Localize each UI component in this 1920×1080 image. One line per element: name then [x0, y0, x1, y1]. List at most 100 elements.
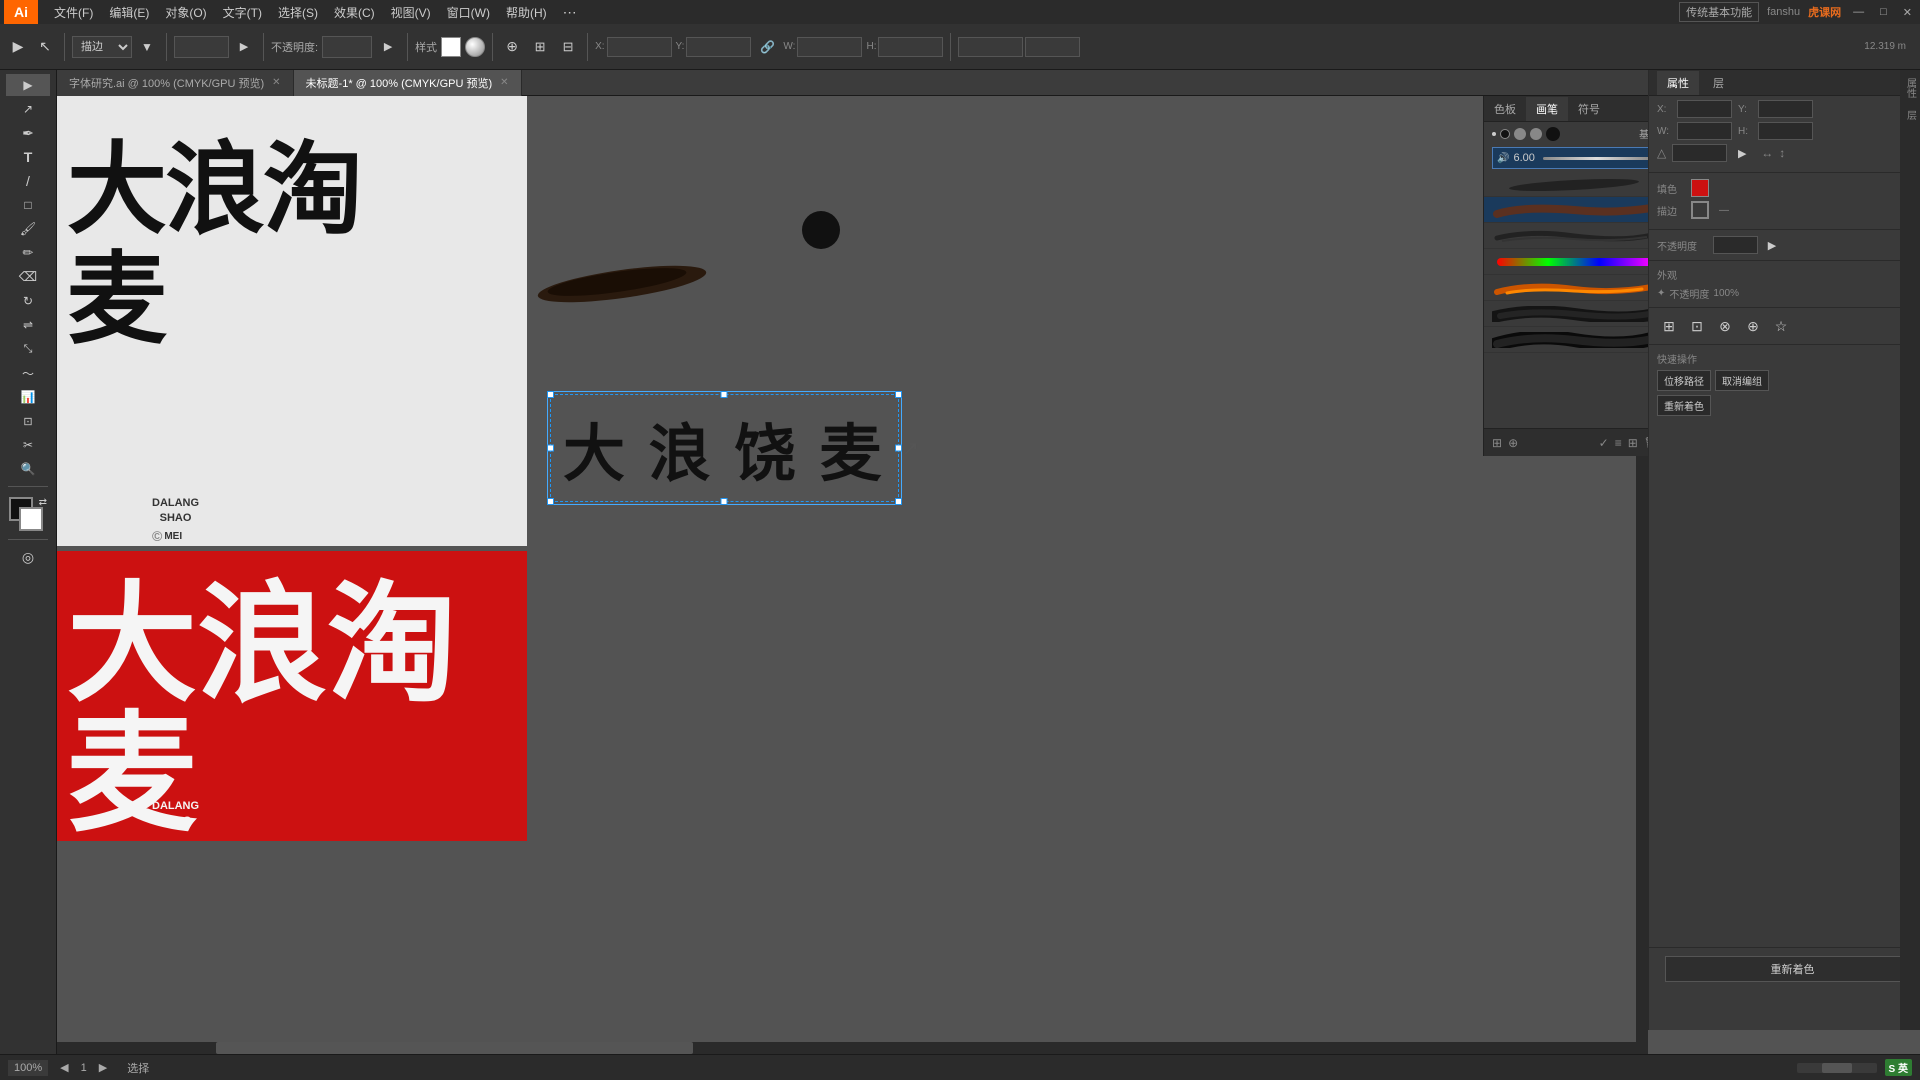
menu-select[interactable]: 选择(S) — [270, 2, 326, 23]
tool-pencil[interactable]: ✏ — [6, 242, 50, 264]
handle-ml[interactable] — [547, 445, 554, 452]
stroke-swatch[interactable] — [19, 507, 43, 531]
opacity-more-btn[interactable]: ▶ — [1764, 237, 1780, 253]
zoom-input[interactable]: 400% — [174, 36, 229, 58]
h-prop-input[interactable]: 12.319 mm — [1758, 122, 1813, 140]
menu-effect[interactable]: 效果(C) — [326, 2, 383, 23]
stroke-sample-2[interactable] — [1484, 197, 1667, 223]
tab-1-close[interactable]: ✕ — [272, 77, 280, 88]
window-maximize[interactable]: □ — [1876, 6, 1891, 18]
tool-eraser[interactable]: ⌫ — [6, 266, 50, 288]
menu-view[interactable]: 视图(V) — [383, 2, 439, 23]
input-method-indicator[interactable]: S 英 — [1885, 1059, 1912, 1076]
opacity-prop-input[interactable]: 100% — [1713, 236, 1758, 254]
ungroup-btn[interactable]: 取消编组 — [1715, 370, 1769, 391]
menu-edit[interactable]: 编辑(E) — [101, 2, 157, 23]
new-color-btn[interactable]: 重新着色 — [1665, 956, 1920, 982]
style-color-swatch[interactable] — [441, 37, 461, 57]
layers-tab[interactable]: 层 — [1703, 71, 1734, 95]
w-prop-input[interactable]: 12.832 mm — [1677, 122, 1732, 140]
tool-direct-select[interactable]: ↗ — [6, 98, 50, 120]
select-tool[interactable]: ▶ — [6, 35, 30, 59]
strip-icon1[interactable]: 属性 — [1903, 78, 1918, 98]
flip-h-icon[interactable]: ↔ — [1761, 146, 1773, 160]
strip-icon2[interactable]: 层 — [1903, 110, 1918, 120]
zoom-arrow[interactable]: ▶ — [232, 35, 256, 59]
menu-help[interactable]: 帮助(H) — [498, 2, 555, 23]
brush-stroke[interactable] — [522, 256, 722, 309]
tool-reflect[interactable]: ⇌ — [6, 314, 50, 336]
panel-btn4[interactable]: ⊕ — [1741, 314, 1765, 338]
tool-appearance[interactable]: ◎ — [6, 546, 50, 568]
coord2-input1[interactable]: -366.965 — [958, 37, 1023, 57]
transform-btn[interactable]: ⊕ — [500, 35, 524, 59]
fill-color-swatch[interactable] — [1691, 179, 1709, 197]
window-minimize[interactable]: — — [1849, 6, 1868, 18]
tool-zoom[interactable]: 🔍 — [6, 458, 50, 480]
menu-text[interactable]: 文字(T) — [215, 2, 270, 23]
tool-paintbrush[interactable]: 🖌 — [6, 218, 50, 240]
tool-text[interactable]: T — [6, 146, 50, 168]
brush-footer-check[interactable]: ✓ — [1599, 436, 1609, 450]
flip-v-icon[interactable]: ↕ — [1779, 146, 1785, 160]
stroke-options[interactable]: ▼ — [135, 35, 159, 59]
handle-tm[interactable] — [721, 391, 728, 398]
tool-graph[interactable]: 📊 — [6, 386, 50, 408]
stroke-sample-4[interactable] — [1484, 249, 1667, 275]
tool-artboard[interactable]: ⊡ — [6, 410, 50, 432]
y-prop-input[interactable]: -366.965 — [1758, 100, 1813, 118]
brush-footer-list[interactable]: ≡ — [1615, 436, 1622, 450]
brush-footer-icon2[interactable]: ⊕ — [1508, 436, 1518, 450]
page-nav-prev[interactable]: ◀ — [60, 1061, 68, 1074]
tool-rotate[interactable]: ↻ — [6, 290, 50, 312]
opacity-input[interactable]: 100% — [322, 36, 372, 58]
stroke-sample-5[interactable] — [1484, 275, 1667, 301]
handle-mr[interactable] — [895, 445, 902, 452]
properties-tab[interactable]: 属性 — [1657, 71, 1699, 95]
dot-element[interactable] — [802, 211, 840, 249]
stroke-type-select[interactable]: 描边 — [72, 36, 132, 58]
direct-select-tool[interactable]: ↖ — [33, 35, 57, 59]
handle-bl[interactable] — [547, 498, 554, 505]
workspace-label[interactable]: 传统基本功能 — [1679, 2, 1759, 22]
distribute-btn[interactable]: ⊟ — [556, 35, 580, 59]
angle-input[interactable]: 0° — [1672, 144, 1727, 162]
brush-footer-grid[interactable]: ⊞ — [1628, 436, 1638, 450]
handle-br[interactable] — [895, 498, 902, 505]
stroke-color-swatch[interactable] — [1691, 201, 1709, 219]
tool-scale[interactable]: ⤡ — [6, 338, 50, 360]
handle-bm[interactable] — [721, 498, 728, 505]
coord2-input2[interactable]: 12.832 m — [1025, 37, 1080, 57]
tool-slice[interactable]: ✂ — [6, 434, 50, 456]
brush-tab-brush[interactable]: 画笔 — [1526, 97, 1568, 121]
panel-btn2[interactable]: ⊡ — [1685, 314, 1709, 338]
brush-tab-symbol[interactable]: 符号 — [1568, 97, 1610, 121]
panel-btn5[interactable]: ☆ — [1769, 314, 1793, 338]
stroke-sample-1[interactable] — [1484, 171, 1667, 197]
brush-tab-swatch[interactable]: 色板 — [1484, 97, 1526, 121]
tool-select[interactable]: ▶ — [6, 74, 50, 96]
tool-rect[interactable]: □ — [6, 194, 50, 216]
menu-object[interactable]: 对象(O) — [157, 2, 214, 23]
y-input[interactable]: -366.965 — [686, 37, 751, 57]
x-prop-input[interactable]: 5.82 mm — [1677, 100, 1732, 118]
window-close[interactable]: ✕ — [1899, 6, 1916, 19]
x-input[interactable]: 5.82 mm — [607, 37, 672, 57]
link-coords-btn[interactable]: 🔗 — [755, 35, 779, 59]
panel-btn3[interactable]: ⊗ — [1713, 314, 1737, 338]
swap-colors[interactable]: ⇄ — [39, 497, 47, 508]
handle-tr[interactable] — [895, 391, 902, 398]
h-scrollbar-thumb[interactable] — [216, 1042, 693, 1054]
panel-btn1[interactable]: ⊞ — [1657, 314, 1681, 338]
h-scrollbar[interactable] — [57, 1042, 1648, 1054]
recolor-btn[interactable]: 重新着色 — [1657, 395, 1711, 416]
canvas-area[interactable]: 大浪淘 麦 DALANG SHAO © MEI 大浪淘 麦 DALANG SHA… — [57, 96, 1648, 1054]
page-nav-next[interactable]: ▶ — [99, 1061, 107, 1074]
w-input[interactable]: 12.832 mm — [797, 37, 862, 57]
h-input[interactable]: 12.319 mm — [878, 37, 943, 57]
tab-2-close[interactable]: ✕ — [500, 77, 508, 88]
tool-warp[interactable]: 〜 — [6, 362, 50, 384]
tab-1[interactable]: 字体研究.ai @ 100% (CMYK/GPU 预览) ✕ — [57, 70, 294, 96]
stroke-sample-7[interactable] — [1484, 327, 1667, 353]
style-gradient-swatch[interactable] — [465, 37, 485, 57]
